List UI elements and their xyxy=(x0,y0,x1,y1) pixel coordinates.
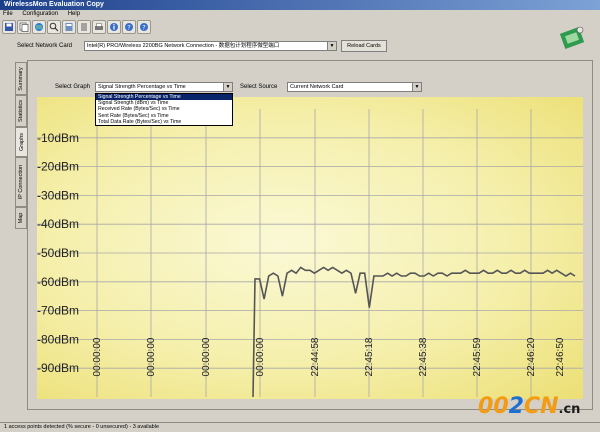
print-icon[interactable] xyxy=(92,20,106,34)
x-tick-label: 00:00:00 xyxy=(255,337,266,376)
x-tick-label: 22:45:38 xyxy=(418,337,429,376)
watermark-char: 2 xyxy=(508,394,524,419)
x-tick-label: 22:46:20 xyxy=(526,337,537,376)
x-tick-label: 22:46:50 xyxy=(555,337,566,376)
y-tick-label: -40dBm xyxy=(37,217,79,231)
y-tick-label: -60dBm xyxy=(37,275,79,289)
menu-configuration[interactable]: Configuration xyxy=(22,11,58,17)
signal-chart: -10dBm -20dBm -30dBm -40dBm -50dBm -60dBm -70d… xyxy=(37,97,583,399)
watermark-char: N xyxy=(540,394,559,419)
chevron-down-icon: ▼ xyxy=(327,42,336,50)
x-tick-label: 00:00:00 xyxy=(92,337,103,376)
select-source-dropdown[interactable]: Current Network Card ▼ xyxy=(287,82,422,92)
signal-chart-svg: -10dBm -20dBm -30dBm -40dBm -50dBm -60dBm -70d… xyxy=(37,109,583,398)
network-card-select[interactable]: Intel(R) PRO/Wireless 2200BG Network Con… xyxy=(84,41,337,51)
select-source-value: Current Network Card xyxy=(290,84,344,90)
x-tick-label: 22:45:18 xyxy=(364,337,375,376)
x-tick-label: 00:00:00 xyxy=(146,337,157,376)
search-icon[interactable] xyxy=(47,20,61,34)
book-icon[interactable] xyxy=(62,20,76,34)
watermark-char: 0 xyxy=(493,394,509,419)
tab-statistics[interactable]: Statistics xyxy=(15,95,27,127)
y-tick-label: -70dBm xyxy=(37,304,79,318)
y-tick-label: -30dBm xyxy=(37,188,79,202)
select-graph-value: Signal Strength Percentage vs Time xyxy=(98,84,186,90)
tab-map[interactable]: Map xyxy=(15,207,27,229)
tab-summary[interactable]: Summary xyxy=(15,62,27,95)
x-tick-label: 00:00:00 xyxy=(201,337,212,376)
select-source-label: Select Source xyxy=(240,84,278,90)
y-tick-label: -90dBm xyxy=(37,361,79,375)
chevron-down-icon: ▼ xyxy=(412,83,421,91)
status-bar: 1 access points detected (% secure - 0 u… xyxy=(0,422,600,432)
y-tick-label: -80dBm xyxy=(37,332,79,346)
help-icon[interactable]: ? xyxy=(137,20,151,34)
y-tick-label: -20dBm xyxy=(37,160,79,174)
network-card-label: Select Network Card xyxy=(17,43,73,49)
tab-ip-connection[interactable]: IP Connection xyxy=(15,157,27,207)
tab-graphs[interactable]: Graphs xyxy=(15,127,27,157)
select-graph-label: Select Graph xyxy=(55,84,91,90)
copy-icon[interactable] xyxy=(17,20,31,34)
info-icon[interactable] xyxy=(107,20,121,34)
y-tick-label: -10dBm xyxy=(37,131,79,145)
network-card-row: Select Network Card Intel(R) PRO/Wireles… xyxy=(0,38,600,54)
watermark-suffix: .cn xyxy=(558,402,581,417)
menu-bar: File Configuration Help xyxy=(0,10,600,19)
graph-option[interactable]: Total Data Rate (Bytes/Sec) vs Time xyxy=(96,119,232,125)
watermark-logo: 002CN.cn xyxy=(478,396,580,421)
y-tick-label: -50dBm xyxy=(37,246,79,260)
help-icon[interactable]: ? xyxy=(122,20,136,34)
menu-file[interactable]: File xyxy=(3,11,13,17)
menu-help[interactable]: Help xyxy=(68,11,80,17)
toolbar: ? ? xyxy=(0,19,600,37)
svg-text:?: ? xyxy=(127,23,130,31)
reload-cards-button[interactable]: Reload Cards xyxy=(341,40,387,52)
chevron-down-icon: ▼ xyxy=(223,83,232,91)
watermark-char: 0 xyxy=(478,394,494,419)
svg-text:?: ? xyxy=(142,23,145,31)
x-tick-label: 22:44:58 xyxy=(310,337,321,376)
graph-options-list: Signal Strength Percentage vs Time Signa… xyxy=(95,93,233,126)
watermark-text: 002CN xyxy=(478,394,559,419)
save-icon[interactable] xyxy=(2,20,16,34)
x-tick-label: 22:45:59 xyxy=(472,337,483,376)
list-icon[interactable] xyxy=(77,20,91,34)
signal-series-line xyxy=(252,266,576,398)
network-card-value: Intel(R) PRO/Wireless 2200BG Network Con… xyxy=(87,43,280,49)
window-title: WirelessMon Evaluation Copy xyxy=(0,0,600,10)
select-graph-dropdown[interactable]: Signal Strength Percentage vs Time ▼ xyxy=(95,82,233,92)
watermark-char: C xyxy=(523,394,541,419)
globe-icon[interactable] xyxy=(32,20,46,34)
